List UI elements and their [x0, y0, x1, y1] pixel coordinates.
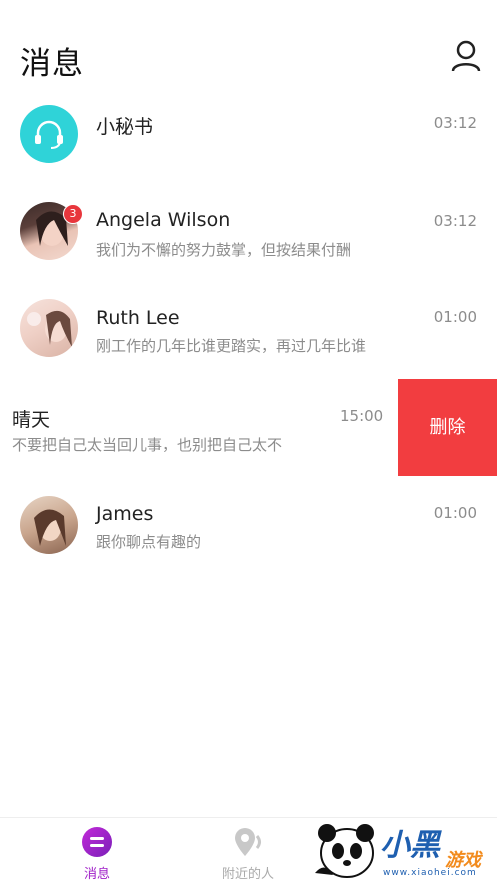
watermark-text: 小黑: [380, 828, 440, 863]
conversation-time: 15:00: [340, 407, 384, 425]
page-title: 消息: [20, 46, 84, 82]
conversation-item-angela[interactable]: 3 Angela Wilson 我们为不懈的努力鼓掌，但按结果付酬 03:12: [0, 194, 497, 290]
location-pin-icon: [232, 826, 264, 858]
conversation-name: James: [96, 503, 154, 525]
headset-icon: [20, 105, 78, 163]
conversation-preview: 不要把自己太当回儿事，也别把自己太不: [12, 436, 283, 454]
conversation-name: Ruth Lee: [96, 307, 180, 329]
conversation-name: 晴天: [12, 409, 51, 431]
conversation-preview: 我们为不懈的努力鼓掌，但按结果付酬: [96, 241, 352, 259]
avatar: [20, 496, 78, 554]
conversation-name: 小秘书: [96, 116, 154, 138]
conversation-item-qingtian[interactable]: 晴天 不要把自己太当回儿事，也别把自己太不 15:00 删除: [0, 379, 497, 476]
watermark-url: www.xiaohei.com: [383, 868, 477, 878]
conversation-preview: 跟你聊点有趣的: [96, 533, 202, 551]
conversation-time: 03:12: [433, 114, 477, 132]
tab-label: 附近的人: [221, 867, 274, 882]
conversation-item-assistant[interactable]: 小秘书 03:12: [0, 96, 497, 192]
conversation-time: 01:00: [433, 504, 477, 522]
user-icon[interactable]: [448, 38, 484, 74]
message-icon: [81, 826, 113, 858]
delete-button[interactable]: 删除: [398, 379, 497, 476]
conversation-preview: 刚工作的几年比谁更踏实，再过几年比谁: [96, 337, 367, 355]
header: 消息: [0, 0, 497, 96]
tab-nearby[interactable]: 附近的人: [188, 818, 308, 884]
conversation-item-ruth[interactable]: Ruth Lee 刚工作的几年比谁更踏实，再过几年比谁 01:00: [0, 292, 497, 388]
unread-badge: 3: [63, 204, 83, 224]
tab-label: 消息: [83, 867, 110, 882]
avatar: [20, 299, 78, 357]
tab-messages[interactable]: 消息: [37, 818, 157, 884]
conversation-item-james[interactable]: James 跟你聊点有趣的 01:00: [0, 488, 497, 584]
conversation-time: 01:00: [433, 308, 477, 326]
conversation-time: 03:12: [433, 212, 477, 230]
conversation-name: Angela Wilson: [96, 209, 231, 231]
